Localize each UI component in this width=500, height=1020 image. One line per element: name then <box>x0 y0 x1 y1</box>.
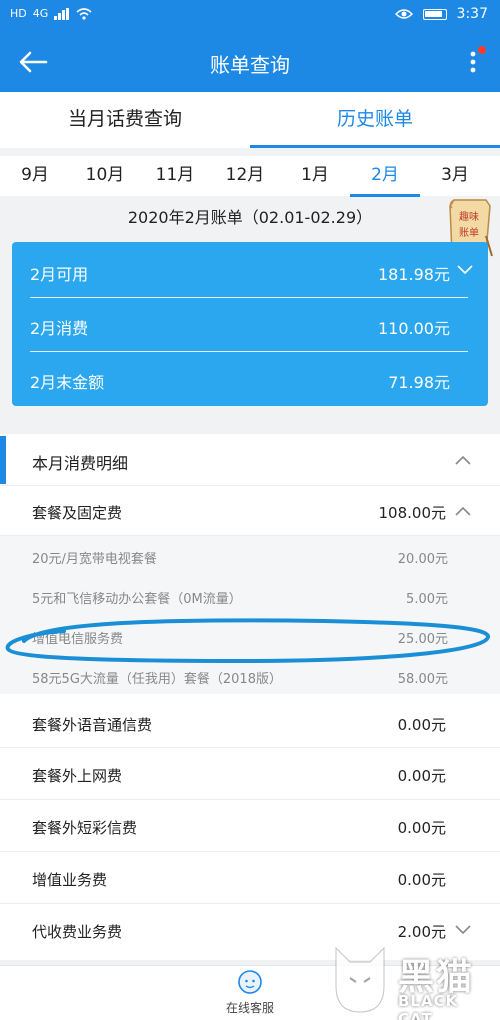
section-title: 本月消费明细 <box>32 454 129 473</box>
black-cat-watermark: 黑猫 BLACK CAT <box>328 942 496 1020</box>
battery-icon <box>422 8 447 20</box>
summary-row-spent: 2月消费 110.00元 <box>30 298 468 352</box>
accent-bar <box>0 436 6 484</box>
watermark-text-en: BLACK CAT <box>398 992 459 1020</box>
month-tab-2[interactable]: 2月 <box>350 156 420 197</box>
summary-label: 2月可用 <box>30 265 89 284</box>
hd-label: HD <box>10 7 27 20</box>
cat-logo-icon <box>335 946 385 1013</box>
row-value: 2.00元 <box>397 923 446 941</box>
table-row: 增值业务费 0.00元 <box>0 852 500 904</box>
table-row: 套餐外上网费 0.00元 <box>0 748 500 800</box>
app-header: 账单查询 <box>0 32 500 92</box>
summary-row-available[interactable]: 2月可用 181.98元 <box>30 244 468 298</box>
fun-badge-line1: 趣味 <box>459 210 479 223</box>
chevron-up-icon[interactable] <box>454 505 472 517</box>
list-item: 5元和飞信移动办公套餐（0M流量） 5.00元 <box>0 576 500 616</box>
bill-summary-card: 2月可用 181.98元 2月消费 110.00元 2月末金额 71.98元 <box>12 242 488 406</box>
chevron-down-icon[interactable] <box>456 264 474 276</box>
list-item: 58元5G大流量（任我用）套餐（2018版） 58.00元 <box>0 656 500 696</box>
item-value: 20.00元 <box>397 552 448 567</box>
item-label: 增值电信服务费 <box>32 632 124 647</box>
bill-period-title: 2020年2月账单（02.01-02.29） <box>127 208 373 227</box>
main-tabs: 当月话费查询 历史账单 <box>0 92 500 148</box>
summary-value: 181.98元 <box>378 265 450 284</box>
support-label: 在线客服 <box>225 1001 274 1015</box>
wifi-icon <box>76 7 92 20</box>
status-right: 3:37 <box>394 6 488 22</box>
item-value: 5.00元 <box>406 592 448 607</box>
row-label: 代收费业务费 <box>32 923 123 941</box>
item-label: 20元/月宽带电视套餐 <box>32 552 157 567</box>
summary-label: 2月末金额 <box>30 373 105 392</box>
page-title: 账单查询 <box>210 53 290 77</box>
month-tab-1[interactable]: 1月 <box>280 156 350 194</box>
item-label: 5元和飞信移动办公套餐（0M流量） <box>32 592 242 607</box>
summary-value: 71.98元 <box>388 373 450 392</box>
month-tab-12[interactable]: 12月 <box>210 156 280 194</box>
row-value: 108.00元 <box>378 504 447 522</box>
chevron-up-icon[interactable] <box>454 454 472 466</box>
item-label: 58元5G大流量（任我用）套餐（2018版） <box>32 672 282 687</box>
row-value: 0.00元 <box>397 767 446 785</box>
status-bar: HD 4G 3:37 <box>0 0 500 32</box>
row-label: 套餐及固定费 <box>32 504 123 522</box>
online-support-button[interactable]: 在线客服 <box>210 969 290 1019</box>
table-row: 套餐外语音通信费 0.00元 <box>0 698 500 748</box>
support-agent-icon <box>238 970 262 994</box>
row-label: 套餐外上网费 <box>32 767 123 785</box>
clock: 3:37 <box>456 6 488 22</box>
row-value: 0.00元 <box>397 716 446 734</box>
notification-dot <box>478 46 486 54</box>
summary-value: 110.00元 <box>378 319 450 338</box>
package-fee-row[interactable]: 套餐及固定费 108.00元 <box>0 486 500 536</box>
month-tabs: 9月 10月 11月 12月 1月 2月 3月 <box>0 156 500 197</box>
consumption-details: 本月消费明细 套餐及固定费 108.00元 20元/月宽带电视套餐 20.00元… <box>0 434 500 960</box>
tab-history-bill[interactable]: 历史账单 <box>250 92 500 148</box>
row-value: 0.00元 <box>397 819 446 837</box>
details-section-header[interactable]: 本月消费明细 <box>0 434 500 486</box>
list-item: 增值电信服务费 25.00元 <box>0 616 500 656</box>
eye-icon <box>394 9 413 19</box>
tab-current-month[interactable]: 当月话费查询 <box>0 92 250 148</box>
signal-icon <box>54 7 70 20</box>
chevron-down-icon[interactable] <box>454 924 472 936</box>
table-row: 套餐外短彩信费 0.00元 <box>0 800 500 852</box>
summary-row-balance: 2月末金额 71.98元 <box>30 352 468 406</box>
month-tab-9[interactable]: 9月 <box>0 156 70 194</box>
row-label: 套餐外语音通信费 <box>32 716 153 734</box>
summary-label: 2月消费 <box>30 319 89 338</box>
status-indicators: HD 4G <box>10 7 92 20</box>
item-value: 25.00元 <box>397 632 448 647</box>
network-label: 4G <box>32 7 49 20</box>
row-label: 套餐外短彩信费 <box>32 819 138 837</box>
list-item: 20元/月宽带电视套餐 20.00元 <box>0 536 500 576</box>
fun-badge-line2: 账单 <box>459 227 479 239</box>
row-value: 0.00元 <box>397 871 446 889</box>
package-items: 20元/月宽带电视套餐 20.00元 5元和飞信移动办公套餐（0M流量） 5.0… <box>0 536 500 694</box>
item-value: 58.00元 <box>397 672 448 687</box>
row-label: 增值业务费 <box>32 871 108 889</box>
month-tab-11[interactable]: 11月 <box>140 156 210 194</box>
month-tab-3[interactable]: 3月 <box>420 156 490 194</box>
month-tab-10[interactable]: 10月 <box>70 156 140 194</box>
